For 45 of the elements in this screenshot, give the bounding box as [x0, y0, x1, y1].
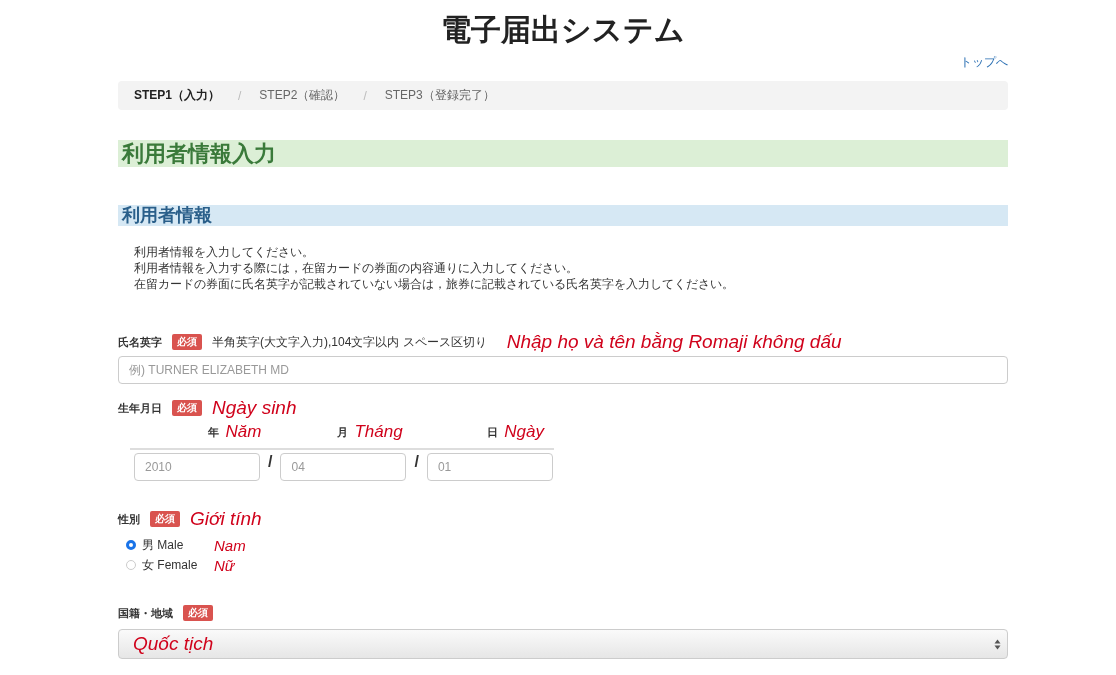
field-label: 生年月日: [118, 400, 162, 416]
page-heading: 利用者情報入力: [118, 140, 1008, 167]
step-separator: /: [363, 88, 367, 103]
top-link[interactable]: トップへ: [118, 54, 1008, 70]
annotation-text: Nam: [214, 536, 246, 554]
radio-button[interactable]: [126, 560, 136, 570]
field-label: 氏名英字: [118, 334, 162, 350]
date-input-field[interactable]: 01: [426, 453, 553, 481]
date-separator: /: [414, 453, 419, 471]
annotation-text: Giới tính: [190, 508, 262, 530]
radio-label: 男 Male: [142, 536, 185, 554]
field-hint: 半角英字(大文字入力),104文字以内 スペース区切り: [212, 333, 487, 351]
annotation-text: Nhập họ và tên bằng Romaji không dấu: [506, 331, 842, 353]
annotation-text: Ngày: [504, 422, 544, 442]
nationality-select[interactable]: Quốc tịch: [118, 629, 1008, 659]
unit-label: 年: [208, 424, 220, 440]
field-label: 性別: [118, 511, 140, 527]
date-separator: /: [268, 453, 273, 471]
annotation-text: Nữ: [214, 556, 235, 574]
step-label: STEP1（入力）: [134, 87, 220, 104]
name-input-field[interactable]: 例) TURNER ELIZABETH MD: [118, 356, 1008, 384]
annotation-text: Ngày sinh: [212, 397, 297, 419]
annotation-text: Quốc tịch: [133, 633, 214, 655]
section-heading: 利用者情報: [118, 205, 1008, 226]
step-separator: /: [238, 88, 242, 103]
required-badge: 必須: [172, 334, 202, 350]
field-label: 国籍・地域: [118, 605, 173, 621]
radio-label: 女 Female: [142, 556, 199, 574]
step-label: STEP2（確認）: [259, 87, 346, 104]
required-badge: 必須: [172, 400, 202, 416]
annotation-text: Năm: [225, 422, 262, 442]
instruction-text: 利用者情報を入力してください。: [134, 244, 315, 260]
required-badge: 必須: [183, 605, 213, 621]
unit-label: 月: [337, 424, 349, 440]
required-badge: 必須: [150, 511, 180, 527]
annotation-text: Tháng: [354, 422, 403, 442]
date-input-field[interactable]: 04: [280, 453, 407, 481]
radio-button[interactable]: [126, 540, 136, 550]
step-label: STEP3（登録完了）: [384, 87, 495, 104]
instruction-text: 在留カードの券面に氏名英字が記載されていない場合は，旅券に記載されている氏名英字を入力してください。: [134, 276, 735, 292]
page-title: 電子届出システム: [440, 12, 686, 48]
instruction-text: 利用者情報を入力する際には，在留カードの券面の内容通りに入力してください。: [134, 260, 579, 276]
unit-label: 日: [487, 424, 499, 440]
dropdown-arrows-icon: [994, 638, 1001, 650]
date-input-field[interactable]: 2010: [134, 453, 260, 481]
